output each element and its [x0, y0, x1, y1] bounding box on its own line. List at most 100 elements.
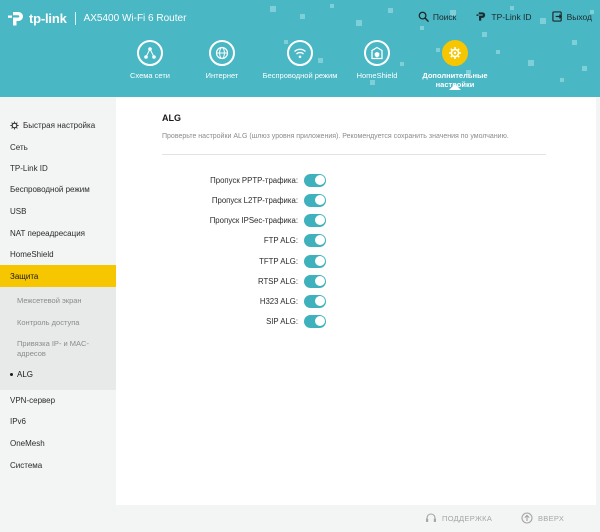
tab-wireless-label: Беспроводной режим	[262, 71, 338, 80]
tab-internet[interactable]: Интернет	[182, 40, 262, 80]
active-tab-pointer	[449, 84, 461, 90]
submenu-item-label: Межсетевой экран	[17, 296, 82, 305]
brand-logo-text: tp-link	[29, 10, 67, 26]
tab-wireless[interactable]: Беспроводной режим	[260, 40, 340, 80]
sidebar-item-homeshield[interactable]: HomeShield	[0, 250, 116, 259]
sidebar-item-nat-forwarding[interactable]: NAT переадресация	[0, 229, 116, 238]
sidebar-item-onemesh[interactable]: OneMesh	[0, 439, 116, 448]
advanced-gear-icon	[449, 47, 461, 59]
h323-alg-row: H323 ALG:	[156, 294, 326, 308]
back-to-top-link[interactable]: ВВЕРХ	[521, 512, 564, 524]
tftp-alg-toggle[interactable]	[304, 254, 326, 268]
toggle-knob	[314, 195, 325, 205]
tplink-id-icon	[476, 12, 486, 21]
headset-support-icon	[426, 513, 436, 522]
toggle-knob	[314, 215, 325, 225]
toggle-knob	[314, 235, 325, 245]
sidebar-item-network[interactable]: Сеть	[0, 143, 116, 152]
sidebar-item-system[interactable]: Система	[0, 461, 116, 470]
tab-network-map[interactable]: Схема сети	[110, 40, 190, 80]
sidebar-item-tplink-id[interactable]: TP-Link ID	[0, 164, 116, 173]
ipsec-passthrough-label: Пропуск IPSec-трафика:	[209, 215, 298, 225]
rtsp-alg-toggle[interactable]	[304, 274, 326, 288]
sidebar-item-label: IPv6	[10, 417, 27, 426]
l2tp-passthrough-toggle[interactable]	[304, 193, 326, 207]
top-links: Поиск TP-Link ID Выход	[398, 11, 592, 22]
tftp-alg-label: TFTP ALG:	[259, 256, 298, 266]
ipsec-passthrough-row: Пропуск IPSec-трафика:	[156, 213, 326, 227]
page-description: Проверьте настройки ALG (шлюз уровня при…	[162, 133, 509, 140]
sidebar-item-label: NAT переадресация	[10, 229, 86, 238]
sidebar-item-security[interactable]: Защита	[0, 265, 116, 287]
search-label: Поиск	[432, 11, 457, 22]
submenu-item-label: Привязка IP- и MAC-адресов	[17, 339, 89, 358]
toggle-knob	[314, 276, 325, 286]
ftp-alg-toggle[interactable]	[304, 233, 326, 247]
h323-alg-label: H323 ALG:	[259, 296, 298, 306]
tp-link-logo-icon	[8, 12, 23, 26]
exit-label: Выход	[566, 11, 592, 22]
arrow-up-circle-icon	[521, 512, 533, 524]
submenu-item-alg[interactable]: ALG	[0, 370, 116, 379]
ipsec-passthrough-toggle[interactable]	[304, 213, 326, 227]
main-panel: ALG Проверьте настройки ALG (шлюз уровня…	[116, 97, 596, 505]
sidebar-item-label: Сеть	[10, 143, 28, 152]
sip-alg-row: SIP ALG:	[156, 314, 326, 328]
sidebar: Быстрая настройка Сеть TP-Link ID Беспро…	[0, 97, 116, 532]
pptp-passthrough-row: Пропуск PPTP-трафика:	[156, 173, 326, 187]
sidebar-item-label: Беспроводной режим	[10, 185, 90, 194]
wifi-icon	[294, 48, 306, 59]
sidebar-item-vpn-server[interactable]: VPN-сервер	[0, 396, 116, 405]
sidebar-item-ipv6[interactable]: IPv6	[0, 417, 116, 426]
sidebar-item-label: OneMesh	[10, 439, 45, 448]
tab-internet-label: Интернет	[205, 71, 239, 80]
title-divider	[162, 154, 546, 155]
footer: ПОДДЕРЖКА ВВЕРХ	[116, 505, 596, 532]
sip-alg-toggle[interactable]	[304, 314, 326, 328]
globe-icon-circle	[209, 40, 235, 66]
sidebar-item-wireless[interactable]: Беспроводной режим	[0, 185, 116, 194]
sidebar-item-quick-setup[interactable]: Быстрая настройка	[0, 121, 116, 130]
submenu-item-ip-mac-binding[interactable]: Привязка IP- и MAC-адресов	[0, 339, 100, 359]
search-link[interactable]: Поиск	[418, 11, 457, 22]
header: tp-link AX5400 Wi-Fi 6 Router Поиск TP-L…	[0, 0, 600, 97]
sidebar-item-label: Защита	[10, 271, 39, 281]
h323-alg-toggle[interactable]	[304, 294, 326, 308]
l2tp-passthrough-row: Пропуск L2TP-трафика:	[156, 193, 326, 207]
sip-alg-label: SIP ALG:	[266, 316, 298, 326]
brand-separator	[74, 11, 76, 25]
tftp-alg-row: TFTP ALG:	[156, 254, 326, 268]
submenu-item-firewall[interactable]: Межсетевой экран	[0, 296, 116, 305]
exit-link[interactable]: Выход	[551, 11, 592, 22]
toggle-knob	[314, 175, 325, 185]
support-label: ПОДДЕРЖКА	[442, 513, 493, 523]
homeshield-icon	[371, 46, 383, 60]
back-to-top-label: ВВЕРХ	[538, 513, 565, 523]
tab-homeshield[interactable]: HomeShield	[337, 40, 417, 80]
current-item-dot	[10, 373, 13, 377]
rtsp-alg-row: RTSP ALG:	[156, 274, 326, 288]
page-title: ALG	[162, 113, 181, 123]
pptp-passthrough-toggle[interactable]	[304, 173, 326, 187]
logout-icon	[551, 11, 562, 22]
pptp-passthrough-label: Пропуск PPTP-трафика:	[210, 175, 298, 185]
router-model: AX5400 Wi-Fi 6 Router	[83, 12, 187, 24]
homeshield-icon-circle	[364, 40, 390, 66]
search-icon	[418, 11, 429, 22]
tplink-id-link[interactable]: TP-Link ID	[476, 11, 532, 22]
sidebar-item-usb[interactable]: USB	[0, 207, 116, 216]
wifi-icon-circle	[287, 40, 313, 66]
sidebar-item-label: HomeShield	[10, 250, 54, 259]
tab-network-map-label: Схема сети	[130, 71, 170, 80]
network-map-icon-circle	[137, 40, 163, 66]
support-link[interactable]: ПОДДЕРЖКА	[425, 512, 492, 524]
submenu-item-access-control[interactable]: Контроль доступа	[0, 318, 116, 327]
quick-setup-gear-icon	[10, 121, 19, 130]
sidebar-item-label: Быстрая настройка	[23, 121, 96, 130]
sidebar-item-label: TP-Link ID	[10, 164, 48, 173]
advanced-icon-circle	[442, 40, 468, 66]
tplink-id-label: TP-Link ID	[491, 11, 532, 22]
submenu-item-label: Контроль доступа	[17, 318, 80, 327]
tab-advanced[interactable]: Дополнительные настройки	[415, 40, 495, 90]
globe-icon	[215, 46, 229, 60]
